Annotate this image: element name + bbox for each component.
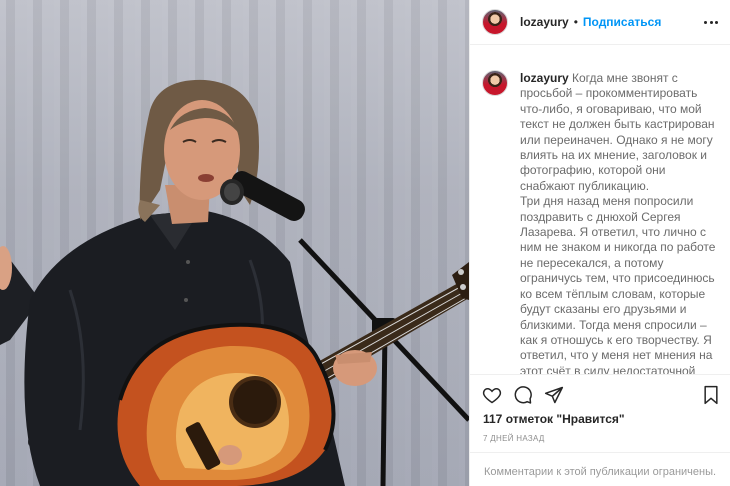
post-photo[interactable] (0, 0, 469, 486)
avatar[interactable] (482, 9, 508, 35)
caption-username[interactable]: lozayury (520, 71, 569, 85)
more-options-icon[interactable] (704, 15, 718, 29)
header-username[interactable]: lozayury (520, 15, 569, 29)
caption-row: lozayury Когда мне звонят с просьбой – п… (482, 56, 716, 374)
separator-dot: • (573, 15, 578, 29)
post-timestamp[interactable]: 7 ДНЕЙ НАЗАД (483, 434, 545, 443)
caption-area: lozayury Когда мне звонят с просьбой – п… (470, 56, 730, 374)
action-bar (470, 374, 730, 416)
performer-illustration (0, 79, 469, 486)
caption-avatar[interactable] (482, 70, 508, 96)
bookmark-icon[interactable] (702, 385, 720, 410)
likes-count[interactable]: 117 отметок "Нравится" (483, 412, 625, 426)
share-icon[interactable] (544, 385, 564, 410)
comment-icon[interactable] (513, 385, 533, 410)
heart-icon[interactable] (482, 385, 502, 410)
post-sidebar: lozayury • Подписаться lozayury Когда мн… (469, 0, 730, 486)
caption-text: lozayury Когда мне звонят с просьбой – п… (520, 71, 716, 374)
comments-limited-notice: Комментарии к этой публикации ограничены… (470, 452, 730, 486)
caption-body: Когда мне звонят с просьбой – прокоммент… (520, 71, 716, 374)
post-header: lozayury • Подписаться (470, 0, 730, 45)
follow-button[interactable]: Подписаться (583, 15, 661, 29)
